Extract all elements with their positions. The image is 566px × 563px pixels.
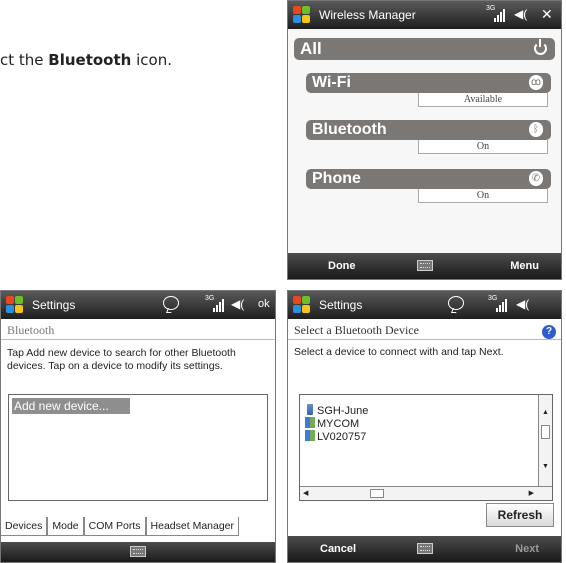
signal-icon: 3G (486, 5, 506, 23)
page-title: Select a Bluetooth Device (288, 319, 561, 340)
scroll-left-icon[interactable]: ◀ (303, 489, 308, 497)
windows-start-icon[interactable] (293, 6, 311, 24)
softkey-bar: Done Menu (288, 253, 561, 279)
tab-com-ports[interactable]: COM Ports (83, 517, 146, 536)
window-title: Wireless Manager (319, 8, 416, 22)
wifi-status: Available (418, 93, 548, 107)
vertical-scrollbar[interactable]: ▲ ▼ (538, 395, 552, 486)
signal-icon: 3G (488, 295, 508, 313)
keyboard-icon[interactable] (416, 543, 433, 554)
page-title: Bluetooth (1, 319, 275, 340)
phone-icon: ✆ (529, 171, 543, 186)
wireless-manager-screen: Wireless Manager 3G ◀( ✕ All Wi-Fi ꝏ Ava… (287, 0, 562, 280)
keyboard-icon[interactable] (130, 546, 146, 557)
windows-start-icon[interactable] (6, 296, 24, 314)
cancel-softkey[interactable]: Cancel (320, 543, 356, 555)
keyboard-icon[interactable] (416, 260, 433, 271)
volume-icon[interactable]: ◀( (231, 297, 244, 311)
scroll-right-icon[interactable]: ▶ (529, 489, 534, 497)
list-item[interactable]: SGH-June (305, 404, 368, 417)
add-new-device-item[interactable]: Add new device... (12, 398, 130, 414)
title-bar: Settings 3G ◀( ok (1, 291, 275, 319)
notification-icon[interactable] (163, 296, 179, 310)
tab-bar: Devices Mode COM Ports Headset Manager (1, 517, 275, 536)
volume-icon[interactable]: ◀( (514, 7, 527, 21)
window-title: Settings (319, 298, 363, 312)
scroll-up-icon[interactable]: ▲ (542, 409, 549, 416)
scroll-down-icon[interactable]: ▼ (542, 463, 549, 470)
instruction-text: Select a device to connect with and tap … (294, 346, 504, 358)
computer-icon (305, 430, 315, 441)
computer-icon (305, 417, 315, 428)
horizontal-scrollbar[interactable]: ◀ ▶ (300, 486, 552, 500)
list-item[interactable]: MYCOM (305, 417, 359, 430)
list-item[interactable]: LV020757 (305, 430, 366, 443)
windows-start-icon[interactable] (293, 296, 311, 314)
close-icon[interactable]: ✕ (541, 6, 553, 23)
signal-icon: 3G (205, 295, 225, 313)
bluetooth-toggle[interactable]: Bluetooth ᛒ (306, 120, 551, 140)
help-icon[interactable]: ? (542, 325, 556, 339)
window-title: Settings (32, 298, 76, 312)
description-text: Tap Add new device to search for other B… (7, 347, 236, 372)
select-device-screen: Settings 3G ◀( Select a Bluetooth Device… (287, 290, 562, 563)
bluetooth-status: On (418, 140, 548, 154)
phone-device-icon (307, 404, 313, 415)
device-list[interactable]: SGH-June MYCOM LV020757 ▲ ▼ ◀ ▶ (299, 394, 553, 501)
notification-icon[interactable] (448, 296, 464, 310)
tab-headset-manager[interactable]: Headset Manager (145, 517, 240, 536)
refresh-button[interactable]: Refresh (486, 503, 554, 527)
volume-icon[interactable]: ◀( (516, 297, 529, 311)
instruction-bold: Bluetooth (48, 51, 132, 69)
menu-softkey[interactable]: Menu (510, 260, 539, 272)
ok-button[interactable]: ok (258, 298, 270, 310)
next-softkey[interactable]: Next (515, 543, 539, 555)
tab-devices[interactable]: Devices (1, 517, 48, 536)
wireless-list: All Wi-Fi ꝏ Available Bluetooth ᛒ On Pho… (288, 29, 561, 253)
power-icon (534, 39, 547, 55)
title-bar: Wireless Manager 3G ◀( ✕ (288, 1, 561, 29)
phone-toggle[interactable]: Phone ✆ (306, 169, 551, 189)
scroll-thumb[interactable] (370, 489, 384, 498)
all-toggle[interactable]: All (294, 38, 555, 60)
instruction-text: ct the Bluetooth icon. (0, 51, 172, 69)
title-bar: Settings 3G ◀( (288, 291, 561, 319)
bluetooth-icon: ᛒ (529, 122, 543, 137)
wifi-toggle[interactable]: Wi-Fi ꝏ (306, 73, 551, 93)
done-softkey[interactable]: Done (328, 260, 356, 272)
scroll-thumb[interactable] (541, 425, 550, 439)
softkey-bar: Cancel Next (288, 536, 561, 562)
device-list[interactable]: Add new device... (8, 394, 268, 501)
softkey-bar (1, 542, 275, 562)
phone-status: On (418, 189, 548, 203)
tab-mode[interactable]: Mode (47, 517, 84, 536)
wifi-icon: ꝏ (529, 75, 543, 90)
bluetooth-settings-screen: Settings 3G ◀( ok Bluetooth Tap Add new … (0, 290, 276, 563)
